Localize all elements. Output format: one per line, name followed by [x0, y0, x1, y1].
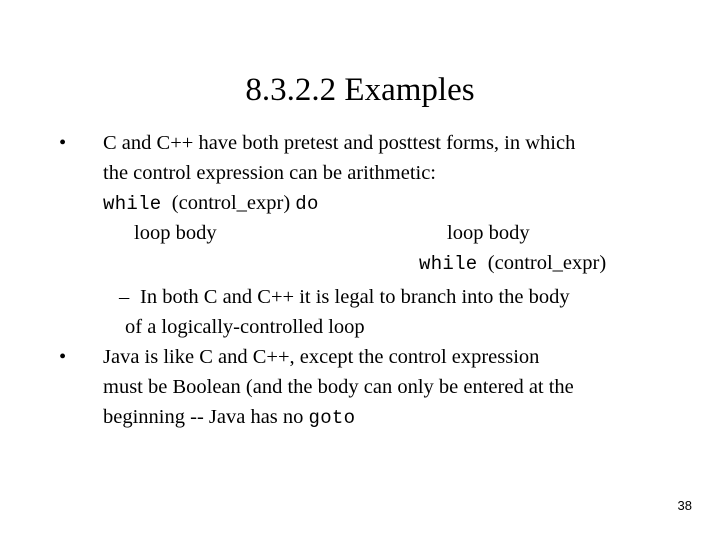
keyword-do-pretest: do: [295, 193, 319, 215]
pretest-header-text: while (control_expr) do: [103, 188, 319, 219]
posttest-footer-text: while (control_expr): [419, 248, 606, 279]
sub-bullet-line-2: of a logically-controlled loop: [125, 316, 365, 338]
keyword-goto: goto: [308, 407, 356, 429]
keyword-while-posttest: while: [419, 253, 478, 275]
code-line-posttest-footer: while (control_expr): [0, 248, 720, 278]
bullet-2-line-2: must be Boolean (and the body can only b…: [103, 376, 574, 398]
bullet-marker-icon-2: •: [59, 346, 67, 368]
sub-bullet-line-1: In both C and C++ it is legal to branch …: [140, 286, 570, 308]
bullet-1-line-1: C and C++ have both pretest and posttest…: [103, 132, 576, 154]
pretest-loop-body: loop body: [134, 222, 217, 244]
posttest-loop-body: loop body: [447, 222, 530, 244]
page-number: 38: [677, 498, 692, 513]
code-line-pretest-header: while (control_expr) do: [0, 188, 720, 218]
bullet-1-line-2: the control expression can be arithmetic…: [103, 162, 437, 184]
condition-control-expr-posttest: (control_expr): [487, 252, 607, 274]
bullet-item-1: • C and C++ have both pretest and postte…: [0, 128, 720, 188]
sub-bullet-item: – In both C and C++ it is legal to branc…: [0, 282, 720, 312]
bullet-2-line-3-prefix: beginning -- Java has no: [103, 406, 309, 428]
code-line-loop-bodies: loop body loop body: [0, 218, 720, 248]
dash-marker-icon: –: [119, 286, 130, 308]
condition-control-expr-pretest: (control_expr): [171, 192, 291, 214]
slide-body: • C and C++ have both pretest and postte…: [0, 128, 720, 433]
bullet-item-2: • Java is like C and C++, except the con…: [0, 342, 720, 433]
keyword-while-pretest: while: [103, 193, 162, 215]
slide: 8.3.2.2 Examples • C and C++ have both p…: [0, 0, 720, 540]
bullet-2-line-1: Java is like C and C++, except the contr…: [103, 346, 540, 368]
bullet-2-line-3: beginning -- Java has no goto: [103, 402, 720, 433]
page-title: 8.3.2.2 Examples: [245, 72, 475, 108]
bullet-marker-icon: •: [59, 132, 67, 154]
